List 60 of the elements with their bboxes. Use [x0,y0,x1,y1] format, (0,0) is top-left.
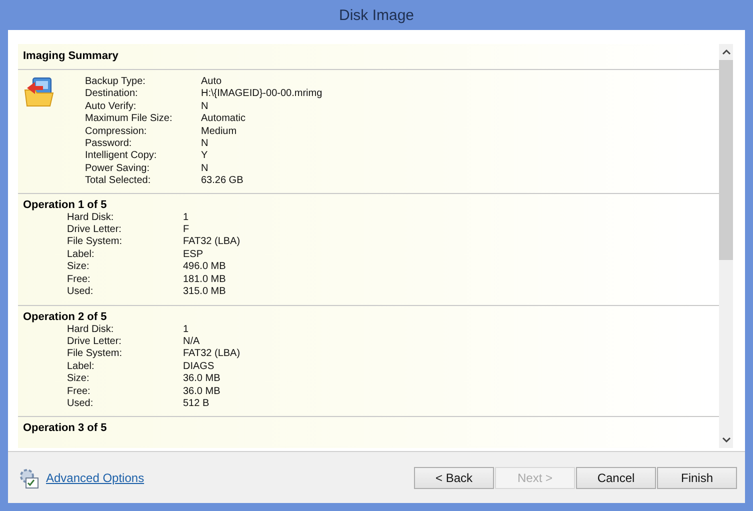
field-label: Power Saving: [85,162,150,176]
field-label: Free: [67,274,92,286]
field-label: Drive Letter: [67,336,122,348]
field-label: Hard Disk: [67,212,115,224]
field-value: 1 [183,212,190,224]
scroll-up-icon[interactable] [722,49,730,55]
wizard-button[interactable]: Cancel [576,466,656,488]
field-value: F [183,224,190,236]
field-label: Intelligent Copy: [85,150,158,163]
section-heading: Operation 1 of 5 [22,198,108,212]
field-label: Size: [67,261,90,274]
field-label: File System: [67,236,124,249]
field-label: Label: [67,360,96,374]
field-label: Maximum File Size: [85,113,174,126]
settings-icon [18,466,40,488]
field-value: H:\{IMAGEID}-00-00.mrimg [201,88,322,101]
field-label: Password: [85,138,133,150]
field-label: Total Selected: [85,175,152,188]
field-value: 36.0 MB [183,373,222,386]
field-value: 496.0 MB [183,261,227,274]
field-label: Backup Type: [85,76,146,88]
field-label: Hard Disk: [67,324,115,336]
field-value: FAT32 (LBA) [183,236,242,249]
advanced-options-link[interactable]: Advanced Options [46,470,144,484]
section-heading: Operation 2 of 5 [22,310,108,324]
field-value: N/A [183,336,201,348]
field-label: Label: [67,248,96,262]
field-value: 512 B [183,398,210,410]
field-value: Y [201,150,209,163]
field-value: N [201,162,210,176]
field-value: N [201,100,210,114]
field-value: Auto [201,76,223,88]
field-label: Used: [67,286,94,298]
field-label: Compression: [85,126,148,138]
field-value: 63.26 GB [201,175,244,188]
field-value: 36.0 MB [183,386,222,398]
field-value: DIAGS [183,360,216,374]
field-value: FAT32 (LBA) [183,348,242,361]
scrollbar-thumb[interactable] [719,60,733,260]
folder-backup-icon [23,76,55,108]
field-value: Medium [201,126,238,138]
field-value: ESP [183,248,204,262]
window-title: Disk Image [338,6,414,24]
wizard-button[interactable]: Finish [657,466,737,488]
scroll-down-icon[interactable] [722,437,730,443]
field-label: Size: [67,373,90,386]
section-heading: Operation 3 of 5 [22,421,108,436]
field-label: Drive Letter: [67,224,122,236]
field-label: File System: [67,348,124,361]
field-value: 1 [183,324,190,336]
field-label: Destination: [85,88,139,101]
field-label: Free: [67,386,92,398]
field-label: Used: [67,398,94,410]
field-value: 315.0 MB [183,286,227,298]
field-value: 181.0 MB [183,274,227,286]
field-label: Auto Verify: [85,100,138,114]
section-heading: Imaging Summary [22,49,120,64]
wizard-button[interactable]: < Back [414,466,494,488]
field-value: N [201,138,210,150]
field-value: Automatic [201,113,246,126]
